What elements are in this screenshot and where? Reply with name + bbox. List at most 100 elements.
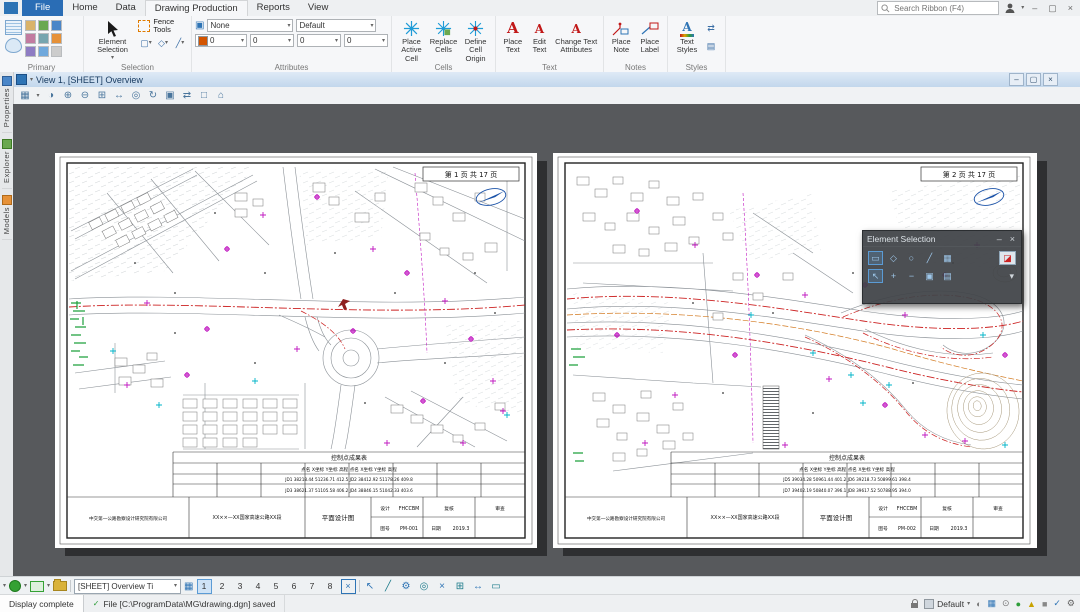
fit-view-icon[interactable]: ↔ [111, 90, 127, 101]
tab-drawing-production[interactable]: Drawing Production [145, 0, 248, 16]
view-titlebar[interactable]: ▾ View 1, [SHEET] Overview – ▢ × [13, 72, 1080, 88]
active-level-chip[interactable]: Default ▾ [924, 599, 970, 609]
color-combo[interactable]: 0 ▾ [195, 34, 247, 47]
zoom-out-icon[interactable]: ⊖ [77, 90, 93, 101]
transparency-combo[interactable]: 0 ▾ [344, 34, 388, 47]
zoom-in-icon[interactable]: ⊕ [60, 90, 76, 101]
view-toggle-2[interactable]: 2 [215, 579, 230, 594]
mode-clear-icon[interactable]: ▣ [922, 269, 937, 283]
sheet-2-drawing[interactable]: 第 2 页 共 17 页 控制点成果表 点名 X坐标 Y坐标 高程 点名 X坐标… [553, 153, 1037, 548]
fence-tools-button[interactable]: Fence Tools [138, 18, 188, 34]
rail-tab-properties[interactable]: Properties [2, 76, 12, 133]
home-view-icon[interactable]: ⌂ [213, 90, 229, 101]
window-minimize-icon[interactable]: – [1029, 3, 1040, 13]
ribbon-search[interactable] [877, 1, 999, 15]
model-folder-icon[interactable] [53, 581, 67, 591]
define-cell-origin-button[interactable]: Define Cell Origin [459, 18, 492, 64]
caret-icon[interactable]: ▾ [34, 92, 42, 99]
user-caret-icon[interactable]: ▾ [1021, 5, 1024, 11]
drawing-canvas[interactable]: 第 1 页 共 17 页 控制点成果表 点名 X坐标 Y坐标 高程 点名 X坐标… [13, 104, 1080, 577]
view-toggle-1[interactable]: 1 [197, 579, 212, 594]
linestyle-combo[interactable]: 0 ▾ [250, 34, 294, 47]
window-tool-icon[interactable]: ⊞ [453, 581, 468, 592]
dialog-pin-icon[interactable]: – [995, 234, 1004, 244]
element-selection-button[interactable]: Element Selection ▾ [87, 18, 138, 62]
view-grid-icon[interactable]: ▦ [184, 581, 193, 592]
mode-add-icon[interactable]: + [886, 269, 901, 283]
snap-target-icon[interactable]: ◎ [417, 581, 432, 592]
tab-file[interactable]: File [22, 0, 63, 16]
view-toggle-8[interactable]: 8 [323, 579, 338, 594]
warning-icon[interactable]: ▲ [1027, 599, 1036, 609]
change-text-attributes-button[interactable]: A Change Text Attributes [552, 18, 600, 56]
models-icon[interactable] [38, 20, 49, 31]
place-note-button[interactable]: Place Note [607, 18, 636, 56]
level-combo[interactable]: Default ▾ [296, 19, 376, 32]
view-attributes-icon[interactable]: ▦ [17, 90, 33, 101]
cell-selector-combo[interactable]: None ▾ [207, 19, 293, 32]
caret-icon[interactable]: ▾ [47, 583, 50, 589]
properties-icon[interactable] [5, 20, 22, 35]
delete-tool-icon[interactable]: × [435, 581, 450, 592]
saved-views-icon[interactable] [38, 46, 49, 57]
place-text-button[interactable]: A Place Text [499, 18, 527, 56]
point-clouds-icon[interactable] [25, 46, 36, 57]
explorer-icon[interactable] [5, 38, 22, 53]
select-shape-mode-icon[interactable]: ○ [904, 251, 919, 265]
view-minimize-icon[interactable]: – [1009, 73, 1024, 86]
selection-set-icon[interactable]: ■ [1042, 599, 1047, 609]
raster-manager-icon[interactable] [51, 33, 62, 44]
mode-subtract-icon[interactable]: − [904, 269, 919, 283]
edit-text-button[interactable]: A Edit Text [527, 18, 553, 56]
select-all-mode-icon[interactable]: ▦ [940, 251, 955, 265]
preferences-icon[interactable]: ⚙ [1067, 598, 1075, 609]
user-icon[interactable] [1004, 2, 1016, 14]
pan-view-icon[interactable]: ↻ [145, 90, 161, 101]
fence-tool-icon[interactable]: ▭ [489, 581, 504, 592]
ok-status-icon[interactable]: ✓ [1053, 598, 1061, 609]
rotate-view-icon[interactable]: ◎ [128, 90, 144, 101]
level-manager-icon[interactable] [51, 20, 62, 31]
dialog-close-icon[interactable]: × [1008, 234, 1017, 244]
rail-tab-models[interactable]: Models [2, 195, 12, 240]
place-label-button[interactable]: Place Label [636, 18, 665, 56]
view-toggle-6[interactable]: 6 [287, 579, 302, 594]
search-input[interactable] [892, 3, 988, 14]
view-previous-icon[interactable]: ▣ [162, 90, 178, 101]
mode-select-all-icon[interactable]: ▤ [940, 269, 955, 283]
view-menu-caret-icon[interactable]: ▾ [30, 77, 33, 83]
copy-view-icon[interactable]: □ [196, 90, 212, 101]
dialog-expand-caret-icon[interactable]: ▾ [1007, 272, 1016, 281]
replace-cells-button[interactable]: Replace Cells [428, 18, 459, 56]
dialog-titlebar[interactable]: Element Selection – × [863, 231, 1021, 247]
measure-tool-icon[interactable]: ╱ [381, 581, 396, 592]
rail-tab-explorer[interactable]: Explorer [2, 139, 12, 189]
dimension-styles-icon[interactable]: ⇄ [703, 21, 719, 36]
select-block-mode-icon[interactable]: ◇ [886, 251, 901, 265]
selection-tool-icon[interactable]: ↖ [363, 581, 378, 592]
lineweight-combo[interactable]: 0 ▾ [297, 34, 341, 47]
window-maximize-icon[interactable]: ▢ [1045, 3, 1060, 14]
view-toggle-7[interactable]: 7 [305, 579, 320, 594]
selected-element[interactable] [338, 299, 350, 310]
lock-icon[interactable] [911, 603, 918, 608]
select-block-icon[interactable]: ◇▾ [155, 36, 171, 51]
view-next-icon[interactable]: ⇄ [179, 90, 195, 101]
view-toggle-3[interactable]: 3 [233, 579, 248, 594]
snap-mode-icon[interactable]: ⊙ [1002, 598, 1010, 609]
caret-icon[interactable]: ▾ [24, 583, 27, 589]
screen-layout-icon[interactable] [30, 581, 44, 592]
disable-handles-icon[interactable]: ◪ [999, 251, 1016, 265]
markups-icon[interactable] [51, 46, 62, 57]
tab-home[interactable]: Home [63, 0, 106, 16]
level-display-icon[interactable] [25, 33, 36, 44]
tab-data[interactable]: Data [107, 0, 145, 16]
window-close-icon[interactable]: × [1065, 3, 1076, 13]
window-area-icon[interactable]: ⊞ [94, 90, 110, 101]
select-by-attributes-icon[interactable]: ▢▾ [138, 36, 154, 51]
view-group-caret-icon[interactable]: ▾ [3, 583, 6, 589]
element-selection-dialog[interactable]: Element Selection – × ▭ ◇ ○ ╱ ▦ ◪ ↖ + − … [862, 230, 1022, 304]
view-toggle-4[interactable]: 4 [251, 579, 266, 594]
display-style-icon[interactable]: ◑ [43, 90, 59, 101]
view-maximize-icon[interactable]: ▢ [1026, 73, 1041, 86]
